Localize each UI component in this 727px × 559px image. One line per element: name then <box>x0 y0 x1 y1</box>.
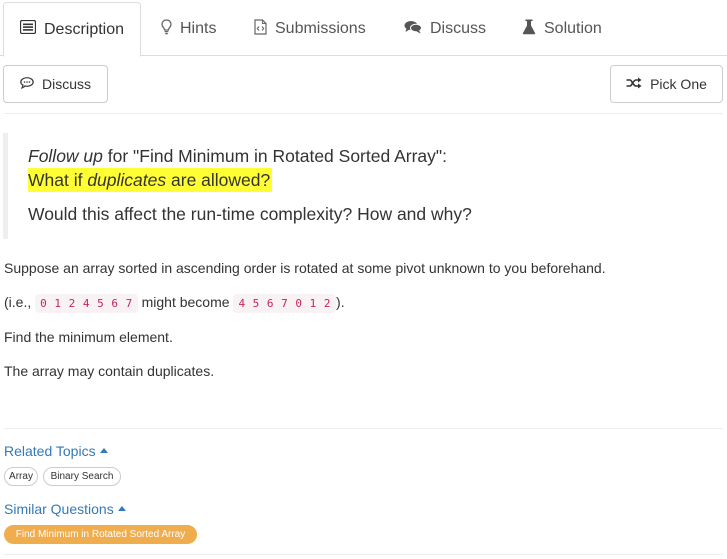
duplicates-text: duplicates <box>87 170 167 190</box>
related-topics-title: Related Topics <box>4 443 96 459</box>
similar-questions-title: Similar Questions <box>4 501 114 517</box>
topic-tag-array[interactable]: Array <box>4 467 38 486</box>
follow-up-label: Follow up <box>28 146 103 166</box>
list-icon <box>19 19 37 39</box>
discuss-button[interactable]: Discuss <box>3 65 108 103</box>
tab-solution[interactable]: Solution <box>522 2 602 56</box>
what-if-text: What if <box>28 170 88 190</box>
divider <box>4 428 723 429</box>
topic-tag-binary-search[interactable]: Binary Search <box>43 467 121 486</box>
complexity-question: Would this affect the run-time complexit… <box>28 204 472 224</box>
caret-up-icon <box>99 448 108 453</box>
problem-line-1: Suppose an array sorted in ascending ord… <box>4 260 606 276</box>
comment-icon <box>20 76 34 92</box>
pick-one-button-label: Pick One <box>650 76 707 92</box>
highlighted-question: What if duplicates are allowed? <box>28 168 273 192</box>
might-become-text: might become <box>137 294 234 310</box>
tab-label: Discuss <box>430 20 487 37</box>
flask-icon <box>522 19 536 40</box>
code-example-rotated: 4 5 6 7 0 1 2 <box>233 294 337 313</box>
related-topics-toggle[interactable]: Related Topics <box>4 443 108 459</box>
tab-label: Submissions <box>275 20 366 37</box>
tab-submissions[interactable]: Submissions <box>254 2 366 56</box>
tab-label: Description <box>44 20 125 38</box>
similar-question-tag[interactable]: Find Minimum in Rotated Sorted Array <box>4 525 197 544</box>
comments-icon <box>404 20 422 39</box>
tab-hints[interactable]: Hints <box>161 2 216 56</box>
code-file-icon <box>254 18 267 40</box>
problem-line-4: The array may contain duplicates. <box>4 363 215 379</box>
discuss-button-label: Discuss <box>41 76 91 92</box>
divider <box>4 113 723 114</box>
ie-prefix: (i.e., <box>4 294 36 310</box>
ie-suffix: ). <box>336 294 345 310</box>
tab-description[interactable]: Description <box>3 2 141 57</box>
problem-example-line: (i.e., 0 1 2 4 5 6 7 might become 4 5 6 … <box>4 294 345 313</box>
problem-line-3: Find the minimum element. <box>4 329 173 345</box>
code-example-original: 0 1 2 4 5 6 7 <box>35 294 138 313</box>
problem-tab-bar: Description Hints Submissions Discuss So… <box>0 0 727 57</box>
tab-label: Solution <box>544 20 602 37</box>
shuffle-icon <box>626 76 642 92</box>
follow-up-line: Follow up for "Find Minimum in Rotated S… <box>28 144 447 168</box>
divider <box>4 554 723 555</box>
follow-up-for: for "Find Minimum in Rotated Sorted Arra… <box>102 146 447 166</box>
lightbulb-icon <box>161 18 172 40</box>
caret-up-icon <box>117 506 126 511</box>
tab-label: Hints <box>180 20 217 37</box>
pick-one-button[interactable]: Pick One <box>610 65 723 103</box>
tab-discuss[interactable]: Discuss <box>404 2 486 56</box>
similar-questions-toggle[interactable]: Similar Questions <box>4 501 126 517</box>
follow-up-blockquote: Follow up for "Find Minimum in Rotated S… <box>3 133 723 239</box>
are-allowed-text: are allowed? <box>166 170 271 190</box>
